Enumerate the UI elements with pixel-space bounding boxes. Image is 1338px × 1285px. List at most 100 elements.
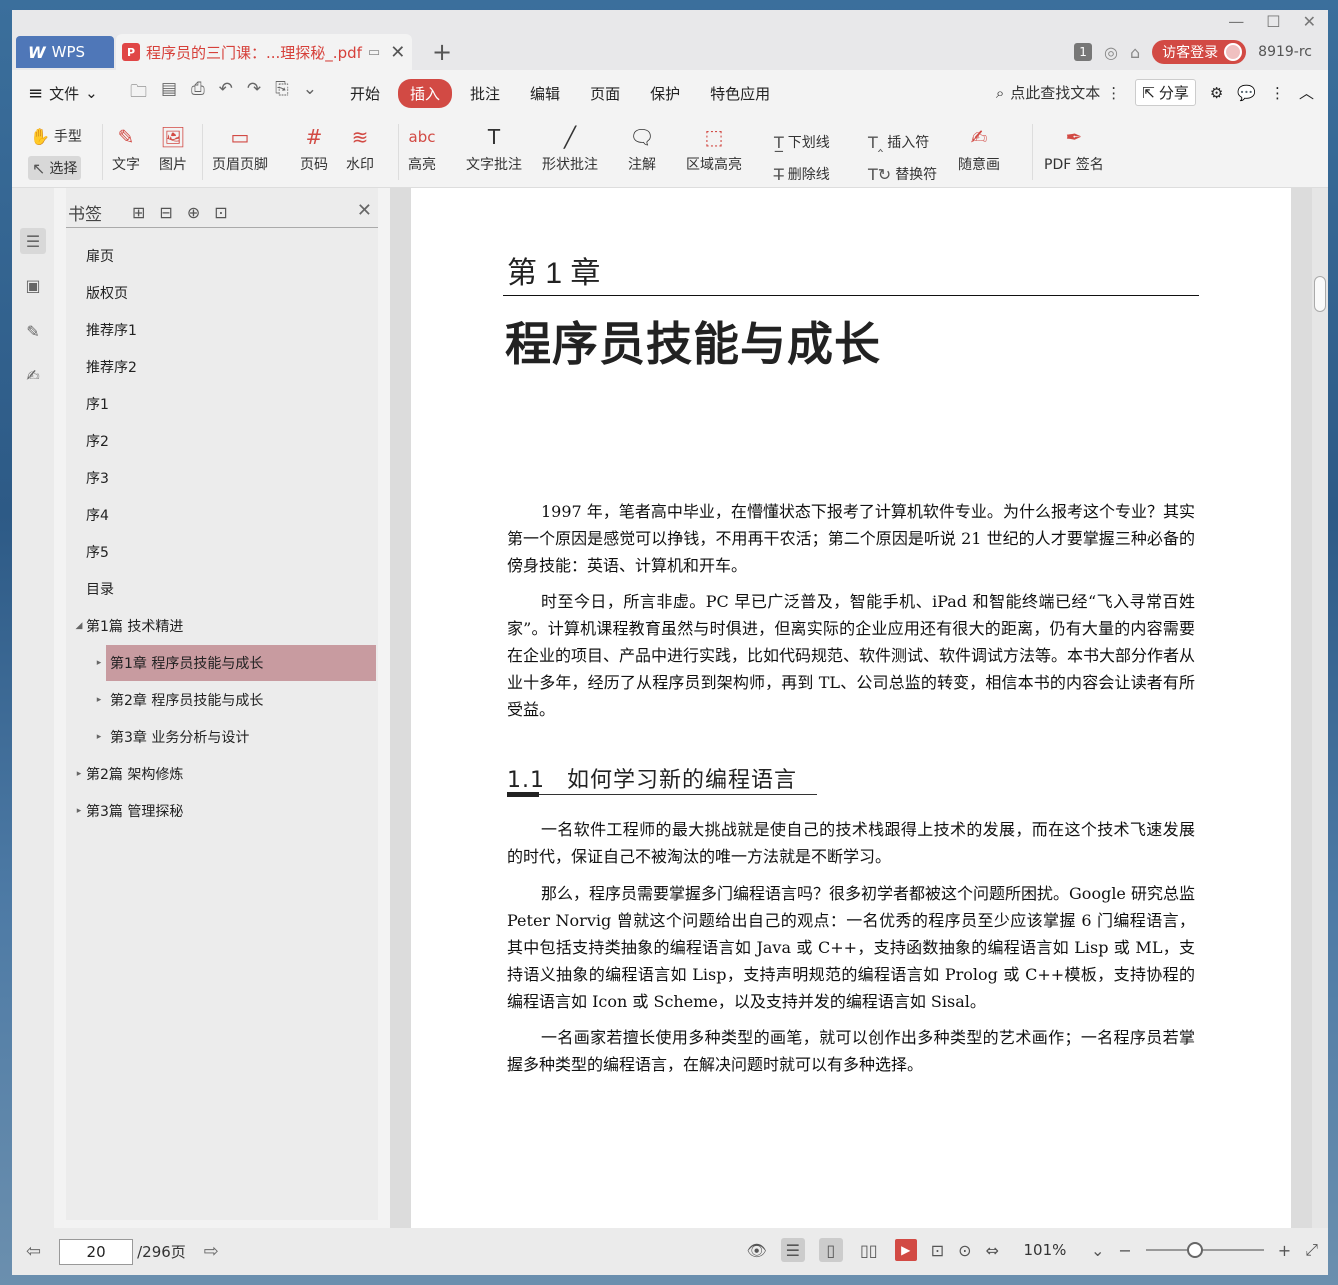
tab-page[interactable]: 页面	[578, 79, 632, 108]
bookmark-item[interactable]: 序2	[86, 423, 109, 459]
shirt-icon[interactable]: ⌂	[1130, 43, 1140, 62]
caret-right-icon[interactable]: ▸	[92, 658, 106, 668]
caret-right-icon[interactable]: ▸	[72, 806, 86, 816]
vertical-scrollbar[interactable]	[1312, 188, 1328, 1228]
window-count-badge[interactable]: 1	[1074, 43, 1093, 61]
expand-all-icon[interactable]: ⊞	[132, 203, 145, 222]
note-button[interactable]: 🗨 注解	[628, 120, 656, 174]
tab-protect[interactable]: 保护	[638, 79, 692, 108]
bookmark-item-selected[interactable]: ▸ 第1章 程序员技能与成长	[97, 645, 376, 681]
close-tab-icon[interactable]: ✕	[390, 42, 405, 63]
strikethrough-button[interactable]: T̶ 删除线	[774, 164, 830, 184]
bookmark-item[interactable]: 推荐序1	[86, 312, 137, 348]
thumbnail-icon[interactable]: ▣	[20, 272, 46, 298]
fit-page-icon[interactable]: ⊙	[958, 1241, 971, 1260]
bookmark-item[interactable]: 序5	[86, 534, 109, 570]
previous-page-icon[interactable]: ⇦	[26, 1241, 41, 1262]
close-window-icon[interactable]: ✕	[1303, 12, 1316, 31]
underline-button[interactable]: T̲ 下划线	[774, 132, 830, 152]
bookmark-item[interactable]: 推荐序2	[86, 349, 137, 385]
zoom-slider-knob[interactable]	[1187, 1242, 1204, 1258]
caret-right-icon[interactable]: ▸	[92, 732, 106, 742]
replace-mark-button[interactable]: T↻ 替换符	[868, 164, 937, 184]
select-tool-button[interactable]: ↖ 选择	[28, 156, 82, 180]
insert-mark-button[interactable]: T‸ 插入符	[868, 132, 929, 152]
screen-icon[interactable]: ▭	[368, 45, 380, 60]
hand-tool-button[interactable]: ✋ 手型	[30, 126, 82, 146]
freehand-button[interactable]: ✍ 随意画	[958, 120, 1000, 174]
area-highlight-button[interactable]: ⬚ 区域高亮	[686, 120, 742, 174]
actual-size-icon[interactable]: ⊡	[931, 1241, 944, 1260]
guest-login-button[interactable]: 访客登录	[1152, 40, 1247, 64]
fit-width-icon[interactable]: ⇔	[986, 1241, 999, 1260]
undo-icon[interactable]: ↶	[219, 79, 233, 108]
eye-protection-icon[interactable]: 👁	[746, 1241, 766, 1260]
zoom-slider[interactable]	[1145, 1242, 1264, 1258]
maximize-icon[interactable]: ☐	[1266, 12, 1280, 31]
text-comment-button[interactable]: T 文字批注	[466, 120, 522, 174]
annotation-icon[interactable]: ✎	[20, 318, 46, 344]
gear-icon[interactable]: ⚙	[1210, 84, 1223, 102]
bookmark-item[interactable]: 目录	[86, 571, 114, 607]
new-tab-button[interactable]: +	[432, 38, 452, 66]
more-quick-icon[interactable]: ⌄	[303, 79, 317, 108]
bookmark-item[interactable]: ▸ 第2篇 架构修炼	[72, 756, 184, 792]
bookmark-item[interactable]: ▸ 第2章 程序员技能与成长	[92, 682, 264, 718]
close-panel-icon[interactable]: ✕	[357, 200, 372, 221]
page-number-button[interactable]: # 页码	[300, 120, 328, 174]
single-page-icon[interactable]: ▯	[818, 1238, 843, 1262]
page-number-input[interactable]: 20	[59, 1238, 134, 1265]
bookmark-item[interactable]: 序4	[86, 497, 109, 533]
export-icon[interactable]: ⎘	[275, 79, 289, 108]
bookmark-item[interactable]: ▸ 第3篇 管理探秘	[72, 793, 184, 829]
zoom-in-icon[interactable]: +	[1278, 1241, 1291, 1260]
collapse-all-icon[interactable]: ⊟	[159, 203, 172, 222]
two-page-icon[interactable]: ▯▯	[857, 1238, 881, 1262]
document-viewport[interactable]: 第 1 章 程序员技能与成长 1997 年，笔者高中毕业，在懵懂状态下报考了计算…	[390, 188, 1312, 1228]
highlight-button[interactable]: abc 高亮	[408, 120, 436, 174]
file-menu-button[interactable]: ≡ 文件 ⌄	[12, 83, 116, 104]
bookmark-item[interactable]: 序1	[86, 386, 109, 422]
next-page-icon[interactable]: ⇨	[204, 1241, 219, 1262]
save-icon[interactable]: ▤	[161, 79, 177, 108]
play-icon[interactable]: ▶	[894, 1239, 917, 1261]
redo-icon[interactable]: ↷	[247, 79, 261, 108]
shape-comment-button[interactable]: ╱ 形状批注	[542, 120, 598, 174]
caret-down-icon[interactable]: ◢	[72, 621, 86, 631]
tab-comment[interactable]: 批注	[458, 79, 512, 108]
tab-edit[interactable]: 编辑	[518, 79, 572, 108]
wps-home-tab[interactable]: W WPS	[16, 36, 114, 68]
print-icon[interactable]: ⎙	[191, 79, 205, 108]
bookmark-panel-icon[interactable]: ☰	[20, 228, 46, 254]
caret-right-icon[interactable]: ▸	[72, 769, 86, 779]
zoom-value[interactable]: 101%	[1013, 1241, 1077, 1259]
bookmark-options-icon[interactable]: ⊡	[214, 203, 227, 222]
watermark-button[interactable]: ≋ 水印	[346, 120, 374, 174]
header-footer-button[interactable]: ▭ 页眉页脚	[212, 120, 268, 174]
document-tab[interactable]: P 程序员的三门课：...理探秘_.pdf ▭ ✕	[116, 34, 412, 70]
open-folder-icon[interactable]: 🗀	[130, 79, 147, 108]
bookmark-item[interactable]: 序3	[86, 460, 109, 496]
bookmark-item[interactable]: 扉页	[86, 238, 114, 274]
zoom-out-icon[interactable]: −	[1118, 1241, 1131, 1260]
continuous-view-icon[interactable]: ☰	[780, 1238, 805, 1262]
tab-special-apps[interactable]: 特色应用	[698, 79, 782, 108]
add-bookmark-icon[interactable]: ⊕	[187, 203, 200, 222]
caret-right-icon[interactable]: ▸	[92, 695, 106, 705]
bookmark-item[interactable]: ◢ 第1篇 技术精进	[72, 608, 184, 644]
pdf-sign-button[interactable]: ✒ PDF 签名	[1044, 120, 1104, 174]
minimize-icon[interactable]: —	[1228, 12, 1244, 31]
bookmark-item[interactable]: ▸ 第3章 业务分析与设计	[92, 719, 250, 755]
tab-insert[interactable]: 插入	[398, 78, 453, 108]
find-text-button[interactable]: ⌕ 点此查找文本 ⋮	[996, 82, 1121, 103]
scrollbar-thumb[interactable]	[1314, 276, 1326, 312]
bookmark-item[interactable]: 版权页	[86, 275, 128, 311]
skin-icon[interactable]: ◎	[1104, 43, 1118, 62]
zoom-dropdown-icon[interactable]: ⌄	[1091, 1241, 1104, 1260]
tab-start[interactable]: 开始	[338, 79, 392, 108]
signature-panel-icon[interactable]: ✍	[20, 362, 46, 388]
fullscreen-icon[interactable]: ⤢	[1305, 1240, 1318, 1260]
insert-text-button[interactable]: ✎ 文字	[112, 120, 140, 174]
more-options-icon[interactable]: ⋮	[1270, 84, 1285, 102]
collapse-ribbon-icon[interactable]: ︿	[1299, 82, 1314, 103]
